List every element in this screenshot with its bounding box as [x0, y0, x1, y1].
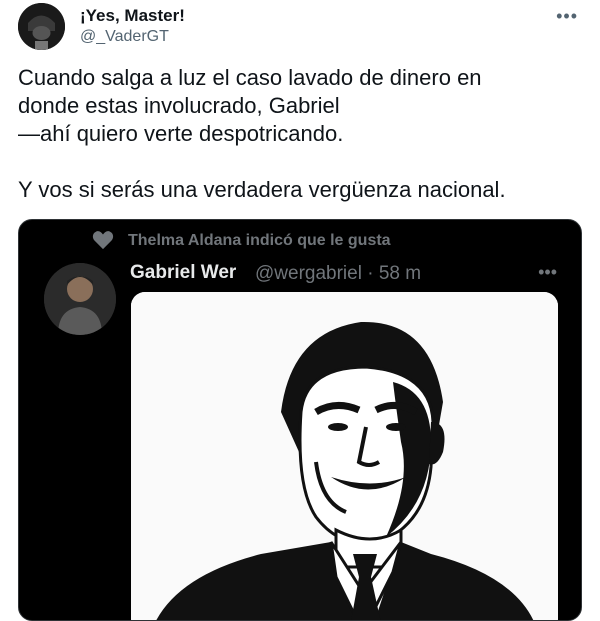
tweet-text: Cuando salga a luz el caso lavado de din…: [18, 65, 506, 202]
quoted-author-name[interactable]: Gabriel Wer: [130, 262, 236, 284]
author-avatar[interactable]: [18, 3, 65, 50]
quoted-author-avatar[interactable]: [44, 263, 116, 335]
more-horizontal-icon[interactable]: •••: [556, 6, 578, 27]
author-name[interactable]: ¡Yes, Master!: [80, 6, 185, 26]
quoted-author-handle-time[interactable]: @wergabriel · 58 m: [255, 263, 421, 285]
heart-icon: [92, 231, 114, 250]
quoted-media-image[interactable]: [131, 292, 558, 620]
author-handle[interactable]: @_VaderGT: [80, 28, 169, 46]
more-horizontal-icon[interactable]: •••: [538, 262, 557, 283]
quoted-tweet-card[interactable]: Thelma Aldana indicó que le gusta Gabrie…: [18, 219, 582, 621]
liked-by-text: Thelma Aldana indicó que le gusta: [128, 232, 391, 249]
